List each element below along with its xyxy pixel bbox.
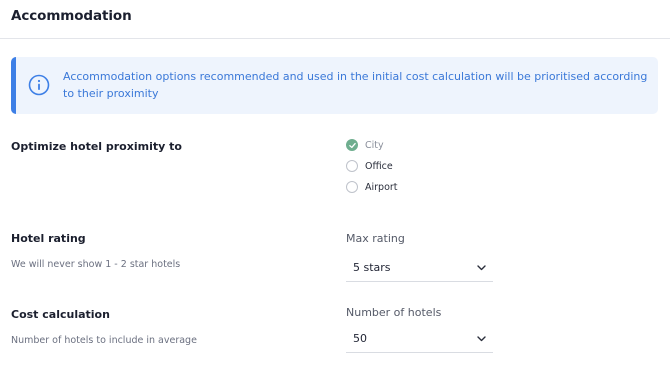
- radio-unchecked-icon[interactable]: [346, 181, 358, 193]
- info-accent-bar: [11, 57, 16, 114]
- radio-checked-icon[interactable]: [346, 139, 358, 151]
- max-rating-select[interactable]: 5 stars: [346, 254, 493, 282]
- max-rating-label: Max rating: [346, 232, 405, 245]
- chevron-down-icon: [477, 336, 486, 342]
- radio-label-office: Office: [365, 160, 393, 172]
- number-of-hotels-value: 50: [353, 332, 367, 345]
- max-rating-value: 5 stars: [353, 261, 391, 274]
- number-of-hotels-label: Number of hotels: [346, 306, 442, 319]
- section-header: Accommodation: [0, 0, 670, 39]
- radio-option-city[interactable]: City: [346, 137, 384, 153]
- info-text: Accommodation options recommended and us…: [63, 70, 648, 100]
- radio-unchecked-icon[interactable]: [346, 160, 358, 172]
- hotel-rating-description: We will never show 1 - 2 star hotels: [11, 259, 181, 270]
- hotel-rating-label: Hotel rating: [11, 232, 86, 245]
- info-icon: [28, 74, 50, 96]
- cost-calculation-description: Number of hotels to include in average: [11, 335, 197, 346]
- radio-label-airport: Airport: [365, 181, 398, 193]
- radio-option-office[interactable]: Office: [346, 158, 393, 174]
- chevron-down-icon: [477, 265, 486, 271]
- proximity-label: Optimize hotel proximity to: [11, 140, 182, 153]
- radio-label-city: City: [365, 139, 384, 151]
- info-banner: Accommodation options recommended and us…: [11, 57, 658, 114]
- number-of-hotels-select[interactable]: 50: [346, 325, 493, 353]
- page-title: Accommodation: [11, 8, 132, 24]
- radio-option-airport[interactable]: Airport: [346, 179, 398, 195]
- cost-calculation-label: Cost calculation: [11, 308, 110, 321]
- check-icon: [349, 142, 356, 149]
